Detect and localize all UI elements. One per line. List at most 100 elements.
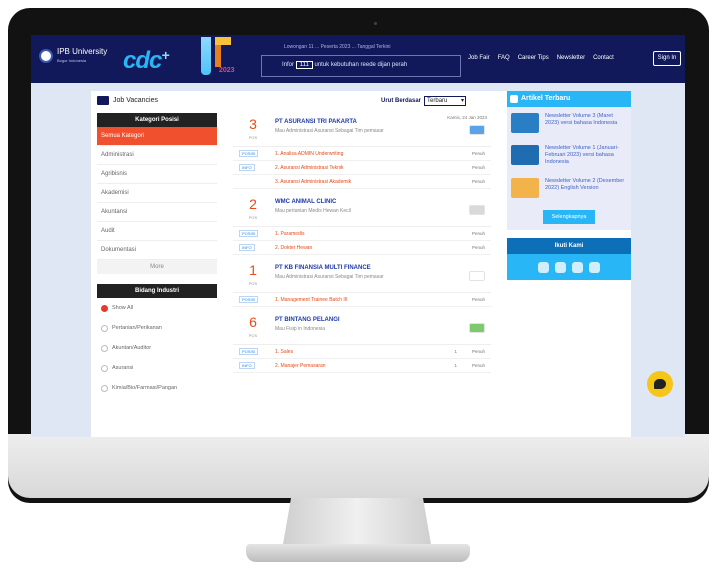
more-categories-button[interactable]: More bbox=[97, 260, 217, 274]
company-desc: Mau Administrasi Asuransi Sebagai Tim pe… bbox=[275, 128, 384, 134]
article-item[interactable]: Newsletter Volume 1 (Januari-Februari 20… bbox=[511, 145, 627, 166]
articles-header: Artikel Terbaru bbox=[507, 91, 631, 107]
category-item[interactable]: Dokumentasi bbox=[97, 241, 217, 260]
see-all-articles-button[interactable]: Selengkapnya bbox=[543, 210, 595, 224]
chat-button[interactable] bbox=[647, 371, 673, 397]
position-tag: INFO bbox=[239, 244, 255, 251]
sort-select[interactable]: Terbaru bbox=[424, 96, 467, 106]
posted-date: Kamis, 24 Jan 2023 bbox=[447, 115, 487, 120]
article-thumbnail bbox=[511, 178, 539, 198]
industry-option[interactable]: Kimia/Bio/Farmasi/Pangan bbox=[97, 378, 217, 398]
employment-type: Penuh bbox=[471, 245, 485, 250]
ticker-suffix: untuk kebutuhan reede dijan perah bbox=[314, 62, 408, 68]
category-item[interactable]: Administrasi bbox=[97, 146, 217, 165]
category-item[interactable]: Akuntansi bbox=[97, 203, 217, 222]
company-name[interactable]: PT BINTANG PELANGI bbox=[275, 317, 340, 323]
ipb-brand[interactable]: IPB University Bogor Indonesia bbox=[39, 47, 107, 65]
position-name[interactable]: 2. Dokter Hewan bbox=[275, 245, 312, 251]
youtube-icon[interactable] bbox=[589, 261, 600, 273]
right-column: Artikel Terbaru Newsletter Volume 3 (Mar… bbox=[507, 91, 631, 280]
article-item[interactable]: Newsletter Volume 2 (Desember 2022) Engl… bbox=[511, 178, 627, 198]
instagram-icon[interactable] bbox=[555, 261, 566, 273]
job-card-header: 2 POS WMC ANIMAL CLINIC Mau pertanian Medis… bbox=[233, 193, 491, 227]
industry-option[interactable]: Akuntan/Auditor bbox=[97, 338, 217, 358]
sign-in-button[interactable]: Sign In bbox=[653, 51, 681, 66]
radio-icon bbox=[101, 344, 108, 352]
article-title[interactable]: Newsletter Volume 2 (Desember 2022) Engl… bbox=[545, 178, 627, 198]
radio-icon bbox=[101, 384, 108, 392]
whatsapp-icon[interactable] bbox=[538, 261, 549, 273]
brand-tagline: Bogor Indonesia bbox=[57, 58, 87, 63]
industry-option[interactable]: Pertanian/Perikanan bbox=[97, 318, 217, 338]
nav-job-fair[interactable]: Job Fair bbox=[468, 55, 490, 61]
position-row[interactable]: POSISI 1. Paramedis Penuh bbox=[233, 227, 491, 241]
bidang-filter: Bidang Industri Show All Pertanian/Perik… bbox=[97, 284, 217, 398]
nav-faq[interactable]: FAQ bbox=[498, 55, 510, 61]
category-item[interactable]: Akademisi bbox=[97, 184, 217, 203]
position-name[interactable]: 1. Analisa ADMIN Underwriting bbox=[275, 151, 343, 157]
company-name[interactable]: WMC ANIMAL CLINIC bbox=[275, 199, 336, 205]
job-card[interactable]: 6 POS PT BINTANG PELANGI Mau Fisip in Indon… bbox=[233, 311, 491, 373]
brand-name: IPB University bbox=[57, 47, 108, 56]
articles-list: Newsletter Volume 3 (Maret 2023) versi b… bbox=[507, 107, 631, 230]
chat-bubble-icon bbox=[654, 379, 666, 389]
position-row[interactable]: INFO 2. Manajer Pemasaran 1 Penuh bbox=[233, 359, 491, 373]
ticker-prefix: Infor bbox=[282, 62, 295, 68]
kategori-title: Kategori Posisi bbox=[97, 113, 217, 127]
employment-type: Penuh bbox=[471, 165, 485, 170]
ticker-number: 111 bbox=[295, 61, 313, 69]
cdc-logo[interactable]: cdc+ bbox=[123, 47, 170, 75]
ticker-top-text: Lowongan 11 ... Peserta 2023 ... Tanggal… bbox=[284, 44, 391, 50]
article-item[interactable]: Newsletter Volume 3 (Maret 2023) versi b… bbox=[511, 113, 627, 133]
screen: IPB University Bogor Indonesia cdc+ 2023… bbox=[31, 35, 685, 437]
position-name[interactable]: 2. Asuransi Administrasi Teknik bbox=[275, 165, 344, 171]
job-card-header: 3 POS PT ASURANSI TRI PAKARTA Mau Administr… bbox=[233, 113, 491, 147]
radio-icon bbox=[101, 304, 108, 312]
position-name[interactable]: 1. Sales bbox=[275, 349, 293, 355]
position-tag: POSISI bbox=[239, 348, 259, 355]
position-count: 3 POS bbox=[248, 116, 258, 140]
industry-option[interactable]: Show All bbox=[97, 298, 217, 318]
position-row[interactable]: POSISI 1. Sales 1 Penuh bbox=[233, 345, 491, 359]
article-title[interactable]: Newsletter Volume 3 (Maret 2023) versi b… bbox=[545, 113, 627, 133]
job-card[interactable]: 3 POS PT ASURANSI TRI PAKARTA Mau Administr… bbox=[233, 113, 491, 189]
category-item[interactable]: Agribisnis bbox=[97, 165, 217, 184]
nav-newsletter[interactable]: Newsletter bbox=[557, 55, 585, 61]
job-card[interactable]: 2 POS WMC ANIMAL CLINIC Mau pertanian Medis… bbox=[233, 193, 491, 255]
company-logo bbox=[469, 125, 485, 135]
category-item[interactable]: Audit bbox=[97, 222, 217, 241]
position-row[interactable]: 3. Asuransi Administrasi Akademik Penuh bbox=[233, 175, 491, 189]
position-row[interactable]: POSISI 1. Management Trainee Batch III Pen… bbox=[233, 293, 491, 307]
position-row[interactable]: POSISI 1. Analisa ADMIN Underwriting Penuh bbox=[233, 147, 491, 161]
job-fair-year: 2023 bbox=[219, 67, 235, 74]
position-row[interactable]: INFO 2. Dokter Hewan Penuh bbox=[233, 241, 491, 255]
briefcase-icon bbox=[97, 96, 109, 105]
position-tag: POSISI bbox=[239, 230, 259, 237]
article-title[interactable]: Newsletter Volume 1 (Januari-Februari 20… bbox=[545, 145, 627, 166]
position-name[interactable]: 2. Manajer Pemasaran bbox=[275, 363, 326, 369]
nav-career-tips[interactable]: Career Tips bbox=[518, 55, 549, 61]
article-icon bbox=[510, 95, 518, 103]
company-name[interactable]: PT KB FINANSIA MULTI FINANCE bbox=[275, 265, 371, 271]
position-name[interactable]: 1. Management Trainee Batch III bbox=[275, 297, 348, 303]
position-tag: POSISI bbox=[239, 296, 259, 303]
position-row[interactable]: INFO 2. Asuransi Administrasi Teknik Penuh bbox=[233, 161, 491, 175]
position-count: 1 POS bbox=[248, 262, 258, 286]
position-tag: INFO bbox=[239, 362, 255, 369]
company-desc: Mau Fisip in Indonesia bbox=[275, 326, 326, 332]
article-thumbnail bbox=[511, 145, 539, 165]
industry-option[interactable]: Asuransi bbox=[97, 358, 217, 378]
nav-contact[interactable]: Contact bbox=[593, 55, 614, 61]
job-fair-logo[interactable]: 2023 bbox=[195, 37, 247, 81]
job-card[interactable]: 1 POS PT KB FINANSIA MULTI FINANCE Mau Admi… bbox=[233, 259, 491, 307]
linkedin-icon[interactable] bbox=[572, 261, 583, 273]
jobs-title: Job Vacancies bbox=[113, 97, 159, 104]
category-item[interactable]: Semua Kategori bbox=[97, 127, 217, 146]
position-name[interactable]: 3. Asuransi Administrasi Akademik bbox=[275, 179, 351, 185]
employment-type: Penuh bbox=[471, 297, 485, 302]
position-name[interactable]: 1. Paramedis bbox=[275, 231, 304, 237]
webcam bbox=[374, 22, 377, 25]
employment-type: Penuh bbox=[471, 151, 485, 156]
company-name[interactable]: PT ASURANSI TRI PAKARTA bbox=[275, 119, 357, 125]
monitor-base bbox=[246, 544, 470, 562]
